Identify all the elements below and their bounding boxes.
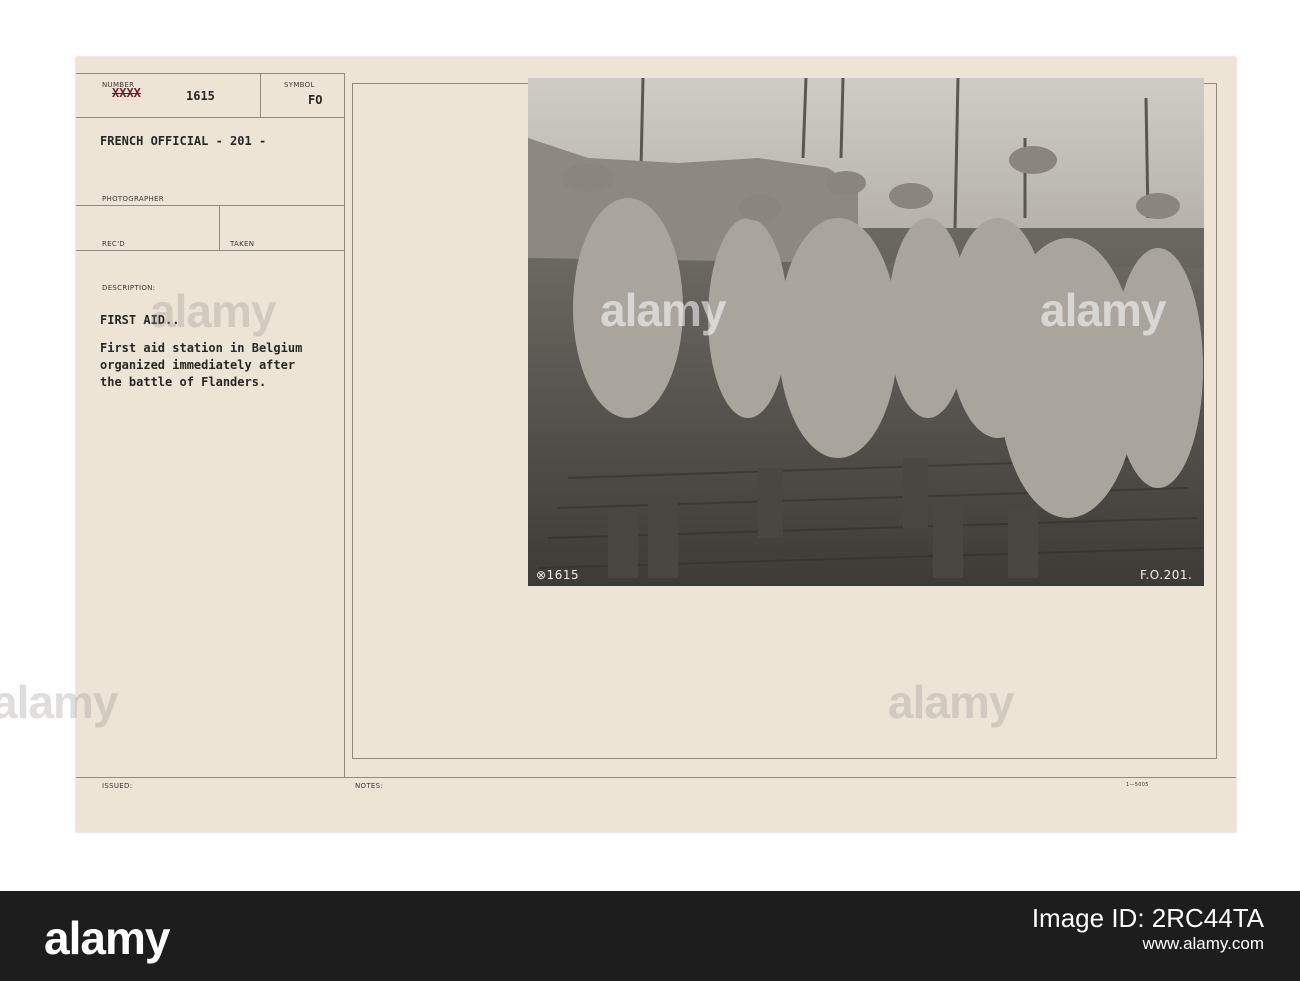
symbol-value: FO: [308, 93, 323, 107]
watermark: alamy: [888, 676, 1014, 728]
divider: [76, 250, 344, 251]
description-label: DESCRIPTION:: [102, 284, 156, 292]
watermark: alamy: [600, 284, 726, 336]
notes-label: NOTES:: [355, 782, 384, 790]
image-id: Image ID: 2RC44TA: [1031, 903, 1264, 933]
photo-caption-left: ⊗1615: [536, 568, 580, 582]
divider: [76, 117, 344, 118]
photographer-label: PHOTOGRAPHER: [102, 195, 164, 203]
description-line: First aid station in Belgium: [100, 341, 303, 355]
issued-label: ISSUED:: [102, 782, 133, 790]
brand-logo: alamy: [44, 912, 170, 964]
source-line: FRENCH OFFICIAL - 201 -: [100, 134, 267, 148]
photograph-first-aid-station: ⊗1615 F.O.201. alamy alamy: [528, 78, 1204, 586]
recd-label: REC'D: [102, 240, 125, 248]
watermark: alamy: [0, 676, 118, 728]
divider: [76, 73, 344, 74]
photo-caption-right: F.O.201.: [1140, 568, 1193, 582]
symbol-label: SYMBOL: [284, 81, 315, 89]
description-line: organized immediately after: [100, 358, 296, 372]
form-code: 1—5005: [1126, 782, 1149, 788]
photo-frame-line: [1216, 83, 1217, 759]
image-info: Image ID: 2RC44TA www.alamy.com: [1032, 905, 1264, 957]
photo-frame-line: [352, 83, 353, 759]
divider: [76, 777, 1236, 778]
archival-record-card: NUMBER XXXX 1615 SYMBOL FO FRENCH OFFICI…: [76, 57, 1236, 832]
photo-frame-line: [352, 758, 1217, 759]
description-text: First aid station in Belgium organized i…: [100, 340, 302, 391]
taken-label: TAKEN: [230, 240, 255, 248]
number-struck: XXXX: [112, 86, 141, 100]
divider: [260, 73, 261, 117]
divider: [219, 205, 220, 250]
site-url: www.alamy.com: [1142, 934, 1264, 953]
watermark: alamy: [1040, 284, 1166, 336]
description-line: the battle of Flanders.: [100, 375, 267, 389]
divider: [76, 205, 344, 206]
stock-footer-bar: alamy Image ID: 2RC44TA www.alamy.com: [0, 891, 1300, 981]
number-value: 1615: [186, 89, 215, 103]
watermark: alamy: [150, 285, 276, 337]
divider: [344, 73, 345, 777]
